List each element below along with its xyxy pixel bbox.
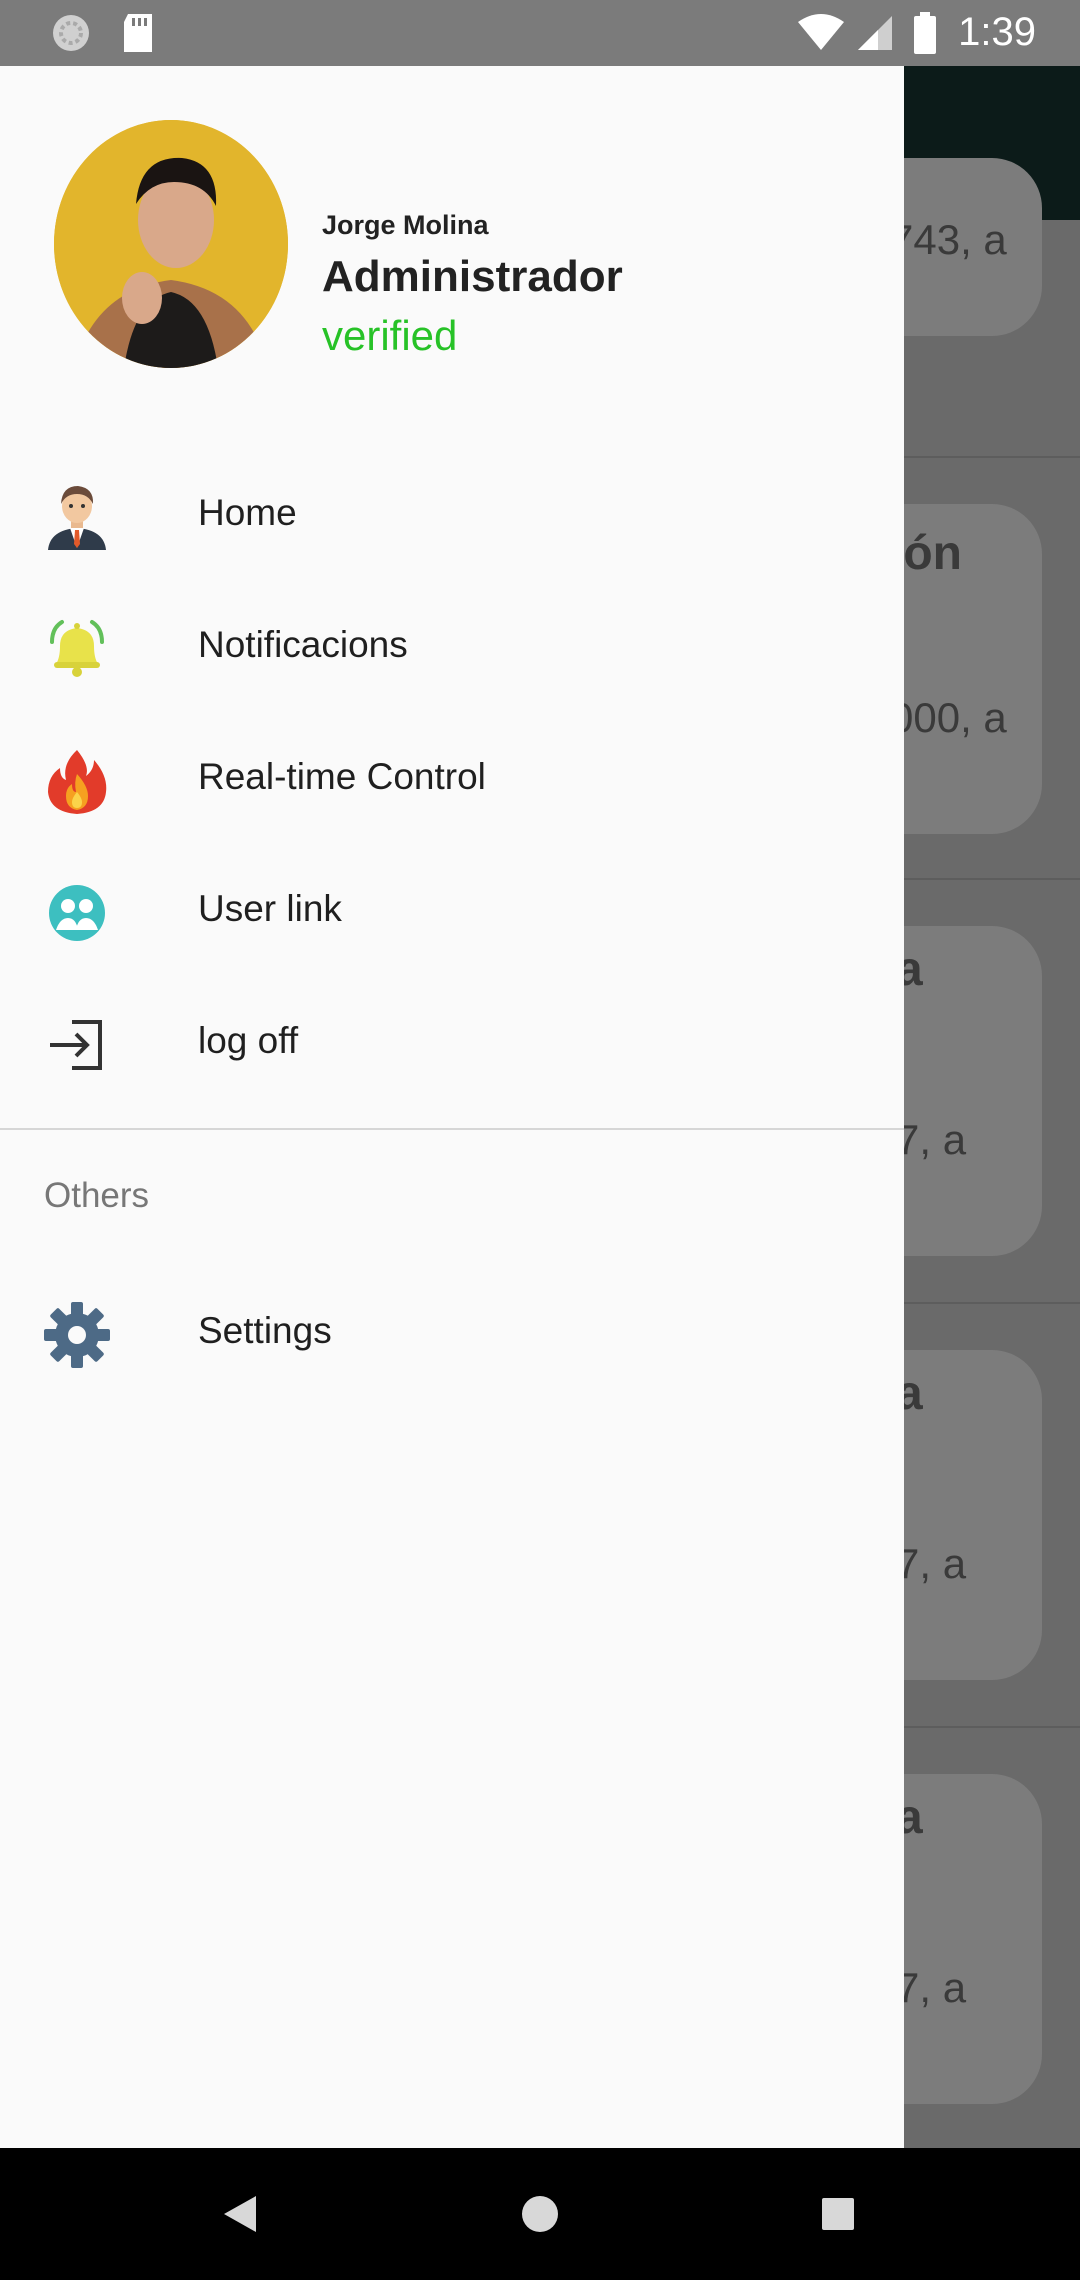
- menu-label: log off: [198, 1020, 299, 1061]
- system-nav-bar: [0, 2148, 1080, 2280]
- user-name: Jorge Molina: [322, 210, 489, 240]
- signal-icon: [858, 16, 892, 50]
- menu-label: Home: [198, 492, 297, 533]
- fire-icon: [48, 750, 107, 814]
- recents-icon[interactable]: [820, 2196, 856, 2232]
- bell-icon: [50, 620, 104, 677]
- menu-label: Notificacions: [198, 624, 408, 665]
- home-icon[interactable]: [520, 2194, 560, 2234]
- status-clock: 1:39: [958, 10, 1036, 54]
- verified-status: verified: [322, 312, 458, 359]
- menu-label: Settings: [198, 1310, 332, 1351]
- section-title-others: Others: [44, 1176, 150, 1215]
- sync-icon: [53, 15, 89, 51]
- menu-item-notifications[interactable]: Notificacions: [0, 584, 904, 704]
- battery-icon: [914, 12, 936, 54]
- wifi-icon: [798, 14, 844, 50]
- menu-item-home[interactable]: Home: [0, 452, 904, 572]
- menu-item-log-off[interactable]: log off: [0, 980, 904, 1100]
- menu-item-settings[interactable]: Settings: [0, 1270, 904, 1390]
- menu-label: Real-time Control: [198, 756, 486, 797]
- businessman-icon: [48, 486, 106, 550]
- gear-icon: [44, 1302, 110, 1368]
- menu-item-user-link[interactable]: User link: [0, 848, 904, 968]
- avatar[interactable]: [54, 120, 288, 368]
- user-link-icon: [49, 885, 105, 941]
- user-role: Administrador: [322, 252, 623, 301]
- logout-icon: [50, 1020, 102, 1070]
- back-icon[interactable]: [222, 2194, 258, 2234]
- navigation-drawer: Jorge Molina Administrador verified Home…: [0, 66, 904, 2148]
- drawer-divider: [0, 1128, 904, 1130]
- menu-item-realtime-control[interactable]: Real-time Control: [0, 716, 904, 836]
- sd-card-icon: [124, 14, 152, 52]
- status-bar: 1:39: [0, 0, 1080, 66]
- menu-label: User link: [198, 888, 342, 929]
- profile-photo: [54, 120, 288, 368]
